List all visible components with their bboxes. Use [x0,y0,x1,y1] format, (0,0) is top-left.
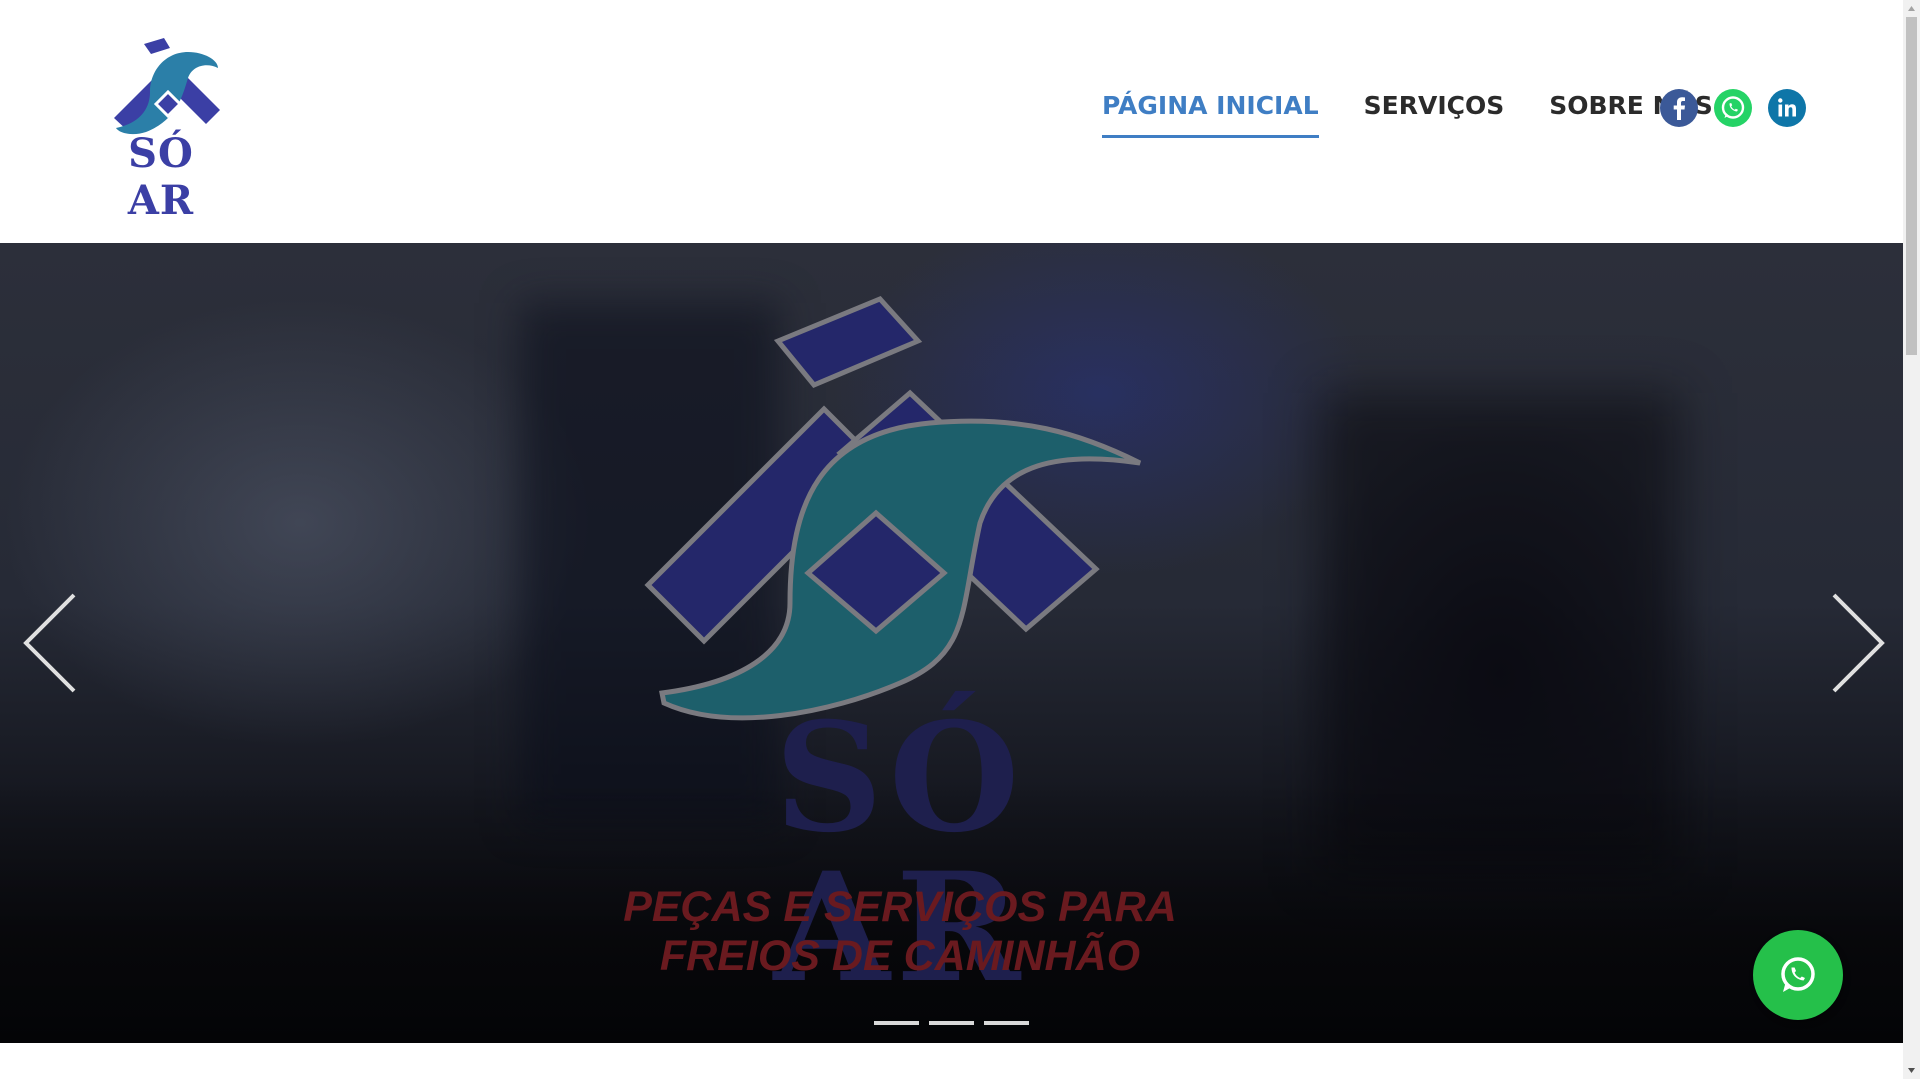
linkedin-link[interactable] [1768,89,1806,127]
scrollbar-thumb[interactable] [1906,17,1917,355]
hero-tagline-line2: FREIOS DE CAMINHÃO [659,932,1141,980]
nav-item-services[interactable]: SERVIÇOS [1364,91,1505,126]
whatsapp-icon [1714,89,1752,127]
chevron-right-icon [1832,593,1885,693]
site-header: SÓ AR PÁGINA INICIAL SERVIÇOS SOBRE NÓS [0,0,1903,243]
linkedin-icon [1768,89,1806,127]
prev-slide-button[interactable] [22,593,82,693]
slide-indicator-2[interactable] [929,1021,974,1025]
scroll-up-arrow-icon[interactable] [1903,0,1920,17]
whatsapp-float-button[interactable] [1753,930,1843,1020]
nav-item-home[interactable]: PÁGINA INICIAL [1102,91,1319,138]
hero-tagline: PEÇAS E SERVIÇOS PARA FREIOS DE CAMINHÃO [620,883,1180,981]
scroll-down-arrow-icon[interactable] [1903,1062,1920,1079]
slide-indicator-1[interactable] [874,1021,919,1025]
slide-indicator-3[interactable] [984,1021,1029,1025]
site-logo[interactable]: SÓ AR [96,38,226,224]
slide-indicators [874,1021,1029,1025]
hero-slider: SÓ AR PEÇAS E SERVIÇOS PARA FREIOS DE CA… [0,243,1903,1043]
whatsapp-link[interactable] [1714,89,1752,127]
logo-text: SÓ AR [127,130,195,224]
facebook-icon [1660,89,1698,127]
logo-emblem-icon [114,38,220,135]
hero-tagline-line1: PEÇAS E SERVIÇOS PARA [623,883,1177,931]
facebook-link[interactable] [1660,89,1698,127]
page-scrollbar[interactable] [1903,0,1920,1079]
whatsapp-icon [1781,957,1815,992]
next-slide-button[interactable] [1826,593,1886,693]
chevron-left-icon [23,593,76,693]
